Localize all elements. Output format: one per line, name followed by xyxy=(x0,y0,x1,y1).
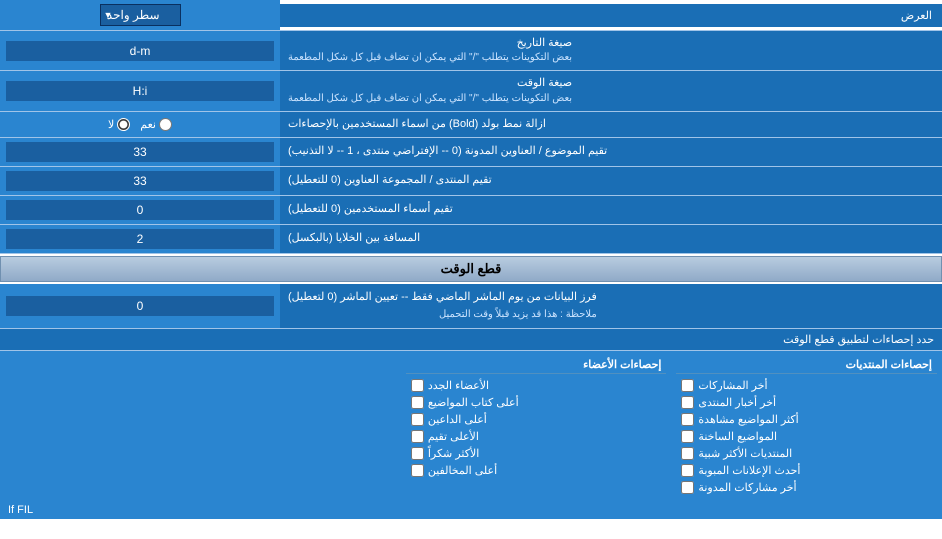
checkbox-most-viewed-input[interactable] xyxy=(681,413,694,426)
forum-stats-col: إحصاءات المنتديات أخر المشاركات أخر أخبا… xyxy=(671,356,942,496)
stats-apply-row: حدد إحصاءات لتطبيق قطع الوقت xyxy=(0,329,942,351)
checkbox-most-thankful[interactable]: الأكثر شكراً xyxy=(406,445,667,462)
display-select-cell: سطر واحد xyxy=(0,0,280,30)
checkbox-top-violators[interactable]: أعلى المخالفين xyxy=(406,462,667,479)
checkbox-new-members[interactable]: الأعضاء الجدد xyxy=(406,377,667,394)
checkbox-classifieds[interactable]: أحدث الإعلانات المبوبة xyxy=(676,462,937,479)
cell-spacing-row: المسافة بين الخلايا (بالبكسل) xyxy=(0,225,942,254)
checkbox-hot-topics-input[interactable] xyxy=(681,430,694,443)
checkbox-top-writers[interactable]: أعلى كتاب المواضيع xyxy=(406,394,667,411)
time-cut-filter-note: ملاحظة : هذا قد يزيد قبلاً وقت التحميل xyxy=(288,307,597,323)
date-format-sublabel: بعض التكوينات يتطلب "/" التي يمكن ان تضا… xyxy=(288,51,572,65)
time-format-input-cell xyxy=(0,71,280,110)
forum-order-input[interactable] xyxy=(6,171,274,191)
topic-order-input[interactable] xyxy=(6,142,274,162)
forum-stats-title: إحصاءات المنتديات xyxy=(676,356,937,374)
single-line-select[interactable]: سطر واحد xyxy=(100,4,181,26)
date-format-input[interactable] xyxy=(6,41,274,61)
time-cut-filter-row: فرز البيانات من يوم الماشر الماضي فقط --… xyxy=(0,284,942,329)
time-format-sublabel: بعض التكوينات يتطلب "/" التي يمكن ان تضا… xyxy=(288,92,572,106)
topic-order-row: تقيم الموضوع / العناوين المدونة (0 -- ال… xyxy=(0,138,942,167)
time-format-label: صيغة الوقت بعض التكوينات يتطلب "/" التي … xyxy=(280,71,942,110)
time-cut-filter-input[interactable] xyxy=(6,296,274,316)
checkbox-top-rated[interactable]: الأعلى تقيم xyxy=(406,428,667,445)
forum-order-input-cell xyxy=(0,167,280,195)
display-row: العرض سطر واحد xyxy=(0,0,942,31)
bold-no-label[interactable]: لا xyxy=(108,118,130,131)
bold-remove-radio-cell: نعم لا xyxy=(0,112,280,137)
users-order-row: تقيم أسماء المستخدمين (0 للتعطيل) xyxy=(0,196,942,225)
time-format-input[interactable] xyxy=(6,81,274,101)
time-cut-filter-input-cell xyxy=(0,284,280,328)
forum-order-label: تقيم المنتدى / المجموعة العناوين (0 للتع… xyxy=(280,167,942,195)
bold-remove-row: ازالة نمط بولد (Bold) من اسماء المستخدمي… xyxy=(0,112,942,138)
time-format-row: صيغة الوقت بعض التكوينات يتطلب "/" التي … xyxy=(0,71,942,111)
checkbox-last-posts[interactable]: أخر المشاركات xyxy=(676,377,937,394)
checkbox-top-violators-input[interactable] xyxy=(411,464,424,477)
bottom-note: If FIL xyxy=(0,501,942,519)
users-order-input-cell xyxy=(0,196,280,224)
checkbox-similar-forums[interactable]: المنتديات الأكثر شبية xyxy=(676,445,937,462)
checkbox-top-rated-input[interactable] xyxy=(411,430,424,443)
date-format-input-cell xyxy=(0,31,280,70)
checkbox-last-posts-input[interactable] xyxy=(681,379,694,392)
topic-order-label: تقيم الموضوع / العناوين المدونة (0 -- ال… xyxy=(280,138,942,166)
time-cut-header: قطع الوقت xyxy=(0,256,942,282)
forum-order-row: تقيم المنتدى / المجموعة العناوين (0 للتع… xyxy=(0,167,942,196)
checkbox-most-viewed[interactable]: أكثر المواضيع مشاهدة xyxy=(676,411,937,428)
checkbox-most-thankful-input[interactable] xyxy=(411,447,424,460)
members-stats-title: إحصاءات الأعضاء xyxy=(406,356,667,374)
bold-no-radio[interactable] xyxy=(117,118,130,131)
users-order-label: تقيم أسماء المستخدمين (0 للتعطيل) xyxy=(280,196,942,224)
checkbox-new-members-input[interactable] xyxy=(411,379,424,392)
empty-col xyxy=(0,356,401,496)
members-stats-col: إحصاءات الأعضاء الأعضاء الجدد أعلى كتاب … xyxy=(401,356,672,496)
time-cut-filter-label: فرز البيانات من يوم الماشر الماضي فقط --… xyxy=(280,284,942,328)
bold-yes-label[interactable]: نعم xyxy=(140,118,172,131)
checkbox-forum-news[interactable]: أخر أخبار المنتدى xyxy=(676,394,937,411)
checkbox-hot-topics[interactable]: المواضيع الساخنة xyxy=(676,428,937,445)
cell-spacing-input[interactable] xyxy=(6,229,274,249)
topic-order-input-cell xyxy=(0,138,280,166)
checkbox-top-inviters[interactable]: أعلى الداعين xyxy=(406,411,667,428)
display-label: العرض xyxy=(280,4,942,27)
users-order-input[interactable] xyxy=(6,200,274,220)
bold-yes-radio[interactable] xyxy=(159,118,172,131)
cell-spacing-input-cell xyxy=(0,225,280,253)
cell-spacing-label: المسافة بين الخلايا (بالبكسل) xyxy=(280,225,942,253)
checkbox-top-writers-input[interactable] xyxy=(411,396,424,409)
single-line-wrapper: سطر واحد xyxy=(100,4,181,26)
checkbox-similar-forums-input[interactable] xyxy=(681,447,694,460)
checkbox-blog-posts[interactable]: أخر مشاركات المدونة xyxy=(676,479,937,496)
date-format-row: صيغة التاريخ بعض التكوينات يتطلب "/" الت… xyxy=(0,31,942,71)
checkbox-blog-posts-input[interactable] xyxy=(681,481,694,494)
checkbox-classifieds-input[interactable] xyxy=(681,464,694,477)
checkbox-forum-news-input[interactable] xyxy=(681,396,694,409)
checkbox-top-inviters-input[interactable] xyxy=(411,413,424,426)
date-format-label: صيغة التاريخ بعض التكوينات يتطلب "/" الت… xyxy=(280,31,942,70)
checkboxes-container: إحصاءات المنتديات أخر المشاركات أخر أخبا… xyxy=(0,351,942,501)
bold-remove-label: ازالة نمط بولد (Bold) من اسماء المستخدمي… xyxy=(280,112,942,137)
main-container: العرض سطر واحد صيغة التاريخ بعض التكوينا… xyxy=(0,0,942,519)
